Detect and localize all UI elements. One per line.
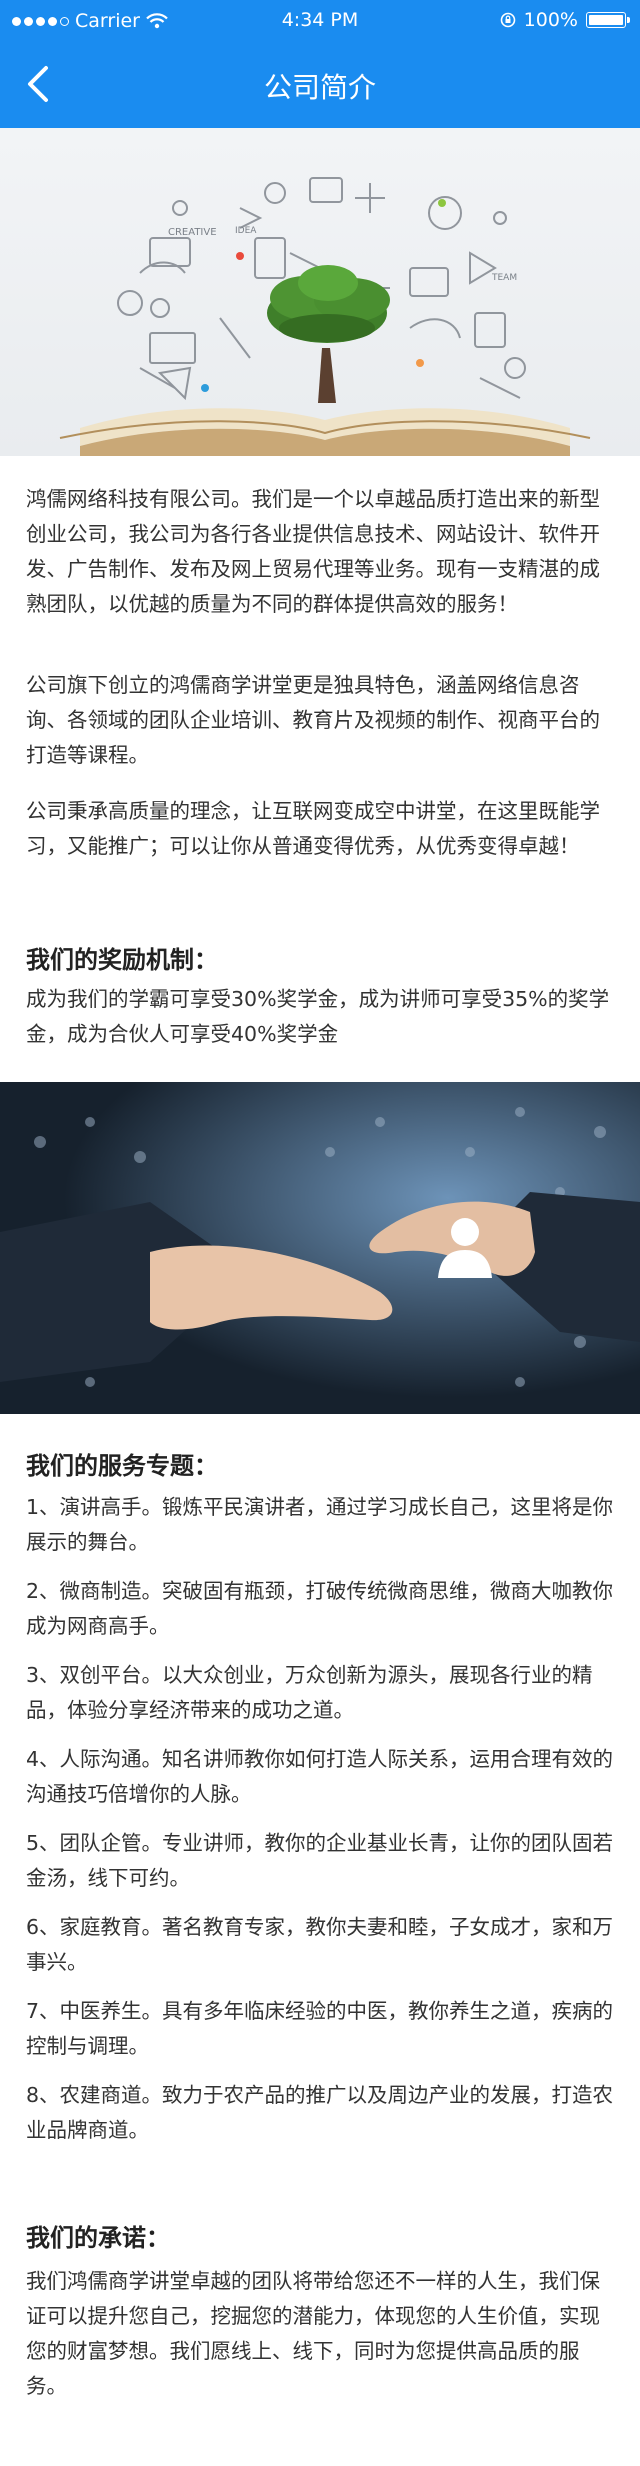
team-doodle-text: TEAM [491, 273, 517, 283]
promise-heading: 我们的承诺： [26, 2224, 170, 2252]
service-item-6: 6、家庭教育。著名教育专家，教你夫妻和睦，子女成才，家和万事兴。 [26, 1915, 614, 1974]
reward-heading: 我们的奖励机制： [26, 946, 218, 974]
rotation-lock-icon [500, 12, 515, 28]
service-item-3: 3、双创平台。以大众创业，万众创新为源头，展现各行业的精品，体验分享经济带来的成… [26, 1663, 593, 1722]
intro-section-2: 公司旗下创立的鸿儒商学讲堂更是独具特色，涵盖网络信息咨询、各领域的团队企业培训、… [26, 668, 616, 773]
battery-percent: 100% [523, 9, 578, 31]
hands-network-image [0, 1082, 640, 1414]
status-bar: Carrier 4:34 PM 100% [0, 0, 640, 40]
service-item-1: 1、演讲高手。锻炼平民演讲者，通过学习成长自己，这里将是你展示的舞台。 [26, 1495, 614, 1554]
hero-image-tree-book: CREATIVE IDEA TEAM [0, 128, 640, 456]
idea-doodle-text: IDEA [235, 226, 257, 236]
intro-paragraph: 公司秉承高质量的理念，让互联网变成空中讲堂，在这里既能学习，又能推广；可以让你从… [26, 799, 600, 858]
intro-section: 鸿儒网络科技有限公司。我们是一个以卓越品质打造出来的新型创业公司，我公司为各行各… [26, 482, 616, 622]
service-item-8: 8、农建商道。致力于农产品的推广以及周边产业的发展，打造农业品牌商道。 [26, 2083, 614, 2142]
intro-section-3: 公司秉承高质量的理念，让互联网变成空中讲堂，在这里既能学习，又能推广；可以让你从… [26, 794, 616, 864]
intro-paragraph: 公司旗下创立的鸿儒商学讲堂更是独具特色，涵盖网络信息咨询、各领域的团队企业培训、… [26, 673, 600, 767]
hero-illustration: CREATIVE IDEA TEAM [59, 177, 591, 456]
reward-text: 成为我们的学霸可享受30%奖学金，成为讲师可享受35%的奖学金，成为合伙人可享受… [26, 987, 610, 1046]
page-title: 公司简介 [263, 71, 376, 104]
services-heading: 我们的服务专题： [26, 1452, 218, 1480]
promise-text: 我们鸿儒商学讲堂卓越的团队将带给您还不一样的人生，我们保证可以提升您自己，挖掘您… [26, 2269, 600, 2398]
service-item-5: 5、团队企管。专业讲师，教你的企业基业长青，让你的团队固若金汤，线下可约。 [26, 1831, 614, 1890]
status-right: 100% [500, 9, 630, 31]
service-item-7: 7、中医养生。具有多年临床经验的中医，教你养生之道，疾病的控制与调理。 [26, 1999, 614, 2058]
nav-bar: 公司简介 [0, 40, 640, 128]
service-item-2: 2、微商制造。突破固有瓶颈，打破传统微商思维，微商大咖教你成为网商高手。 [26, 1579, 614, 1638]
service-item-4: 4、人际沟通。知名讲师教你如何打造人际关系，运用合理有效的沟通技巧倍增你的人脉。 [26, 1747, 614, 1806]
battery-icon [586, 12, 630, 28]
intro-paragraph: 鸿儒网络科技有限公司。我们是一个以卓越品质打造出来的新型创业公司，我公司为各行各… [26, 487, 600, 616]
creative-doodle-text: CREATIVE [168, 227, 217, 238]
hands-illustration [0, 1082, 640, 1414]
